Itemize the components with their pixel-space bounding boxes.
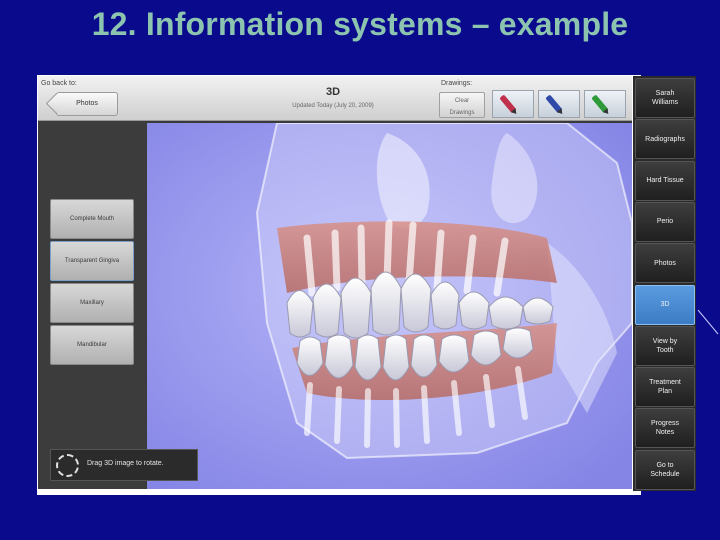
nav-label-1: View by <box>652 337 678 345</box>
red-pen-button[interactable] <box>492 90 534 118</box>
nav-photos[interactable]: Photos <box>635 243 695 284</box>
option-transparent-gingiva[interactable]: Transparent Gingiva <box>50 241 134 281</box>
rotate-icon <box>56 454 79 477</box>
screenshot-frame: Go back to: Photos 3D Updated Today (Jul… <box>37 75 641 495</box>
nav-label-1: 3D <box>660 301 670 308</box>
nav-label-2: Tooth <box>656 346 674 354</box>
nav-label-1: Radiographs <box>645 135 685 143</box>
back-button-label: Photos <box>76 100 98 107</box>
3d-viewport[interactable] <box>147 123 632 489</box>
view-updated-date: Updated Today (July 20, 2009) <box>292 103 374 109</box>
nav-hard-tissue[interactable]: Hard Tissue <box>635 160 695 201</box>
nav-view-by-tooth[interactable]: View by Tooth <box>635 325 695 366</box>
clear-drawings-button[interactable]: Clear Drawings <box>439 92 485 118</box>
nav-label-1: Sarah <box>655 90 675 97</box>
nav-label-1: Treatment <box>649 379 681 387</box>
nav-progress-notes[interactable]: Progress Notes <box>635 408 695 449</box>
nav-radiographs[interactable]: Radiographs <box>635 119 695 160</box>
clear-drawings-label-1: Clear <box>454 98 470 104</box>
nav-label-1: Hard Tissue <box>646 177 684 185</box>
3d-teeth-model[interactable] <box>147 123 632 489</box>
option-label: Complete Mouth <box>69 216 115 222</box>
go-back-label: Go back to: <box>41 80 77 87</box>
nav-label-1: Go to <box>656 461 674 469</box>
nav-go-to-schedule[interactable]: Go to Schedule <box>635 449 695 490</box>
option-complete-mouth[interactable]: Complete Mouth <box>50 199 134 239</box>
back-to-photos-button[interactable]: Photos <box>56 92 118 116</box>
blue-pen-icon <box>545 94 563 114</box>
nav-label-2: Plan <box>657 388 672 396</box>
rotate-hint: Drag 3D image to rotate. <box>50 449 198 481</box>
drawings-label: Drawings: <box>441 80 473 87</box>
red-pen-icon <box>499 94 517 114</box>
nav-label-1: Photos <box>654 259 676 267</box>
right-nav-column: Sarah Williams Radiographs Hard Tissue Pe… <box>633 76 696 491</box>
green-pen-button[interactable] <box>584 90 626 118</box>
rotate-hint-text: Drag 3D image to rotate. <box>87 460 164 467</box>
nav-label-1: Progress <box>650 420 679 428</box>
nav-3d[interactable]: 3D <box>635 284 695 325</box>
nav-patient-sarah-williams[interactable]: Sarah Williams <box>635 78 695 118</box>
slide-title: 12. Information systems – example <box>91 6 629 42</box>
nav-label-2: Williams <box>651 99 679 106</box>
option-label: Mandibular <box>77 342 107 348</box>
top-bar: Go back to: Photos 3D Updated Today (Jul… <box>38 76 632 121</box>
clear-drawings-label-2: Drawings <box>449 110 475 116</box>
option-maxillary[interactable]: Maxillary <box>50 283 134 323</box>
option-label: Maxillary <box>80 300 104 306</box>
option-label: Transparent Gingiva <box>64 258 120 264</box>
pointer-line-decoration <box>697 309 719 335</box>
blue-pen-button[interactable] <box>538 90 580 118</box>
dental-app-window: Go back to: Photos 3D Updated Today (Jul… <box>38 76 632 489</box>
nav-label-2: Schedule <box>650 470 680 478</box>
nav-perio[interactable]: Perio <box>635 201 695 242</box>
left-panel: Complete Mouth Transparent Gingiva Maxil… <box>38 121 146 489</box>
nav-label-1: Perio <box>656 218 674 226</box>
view-title: 3D <box>325 86 341 98</box>
nav-label-2: Notes <box>655 429 675 437</box>
green-pen-icon <box>591 94 609 114</box>
nav-treatment-plan[interactable]: Treatment Plan <box>635 367 695 408</box>
option-mandibular[interactable]: Mandibular <box>50 325 134 365</box>
